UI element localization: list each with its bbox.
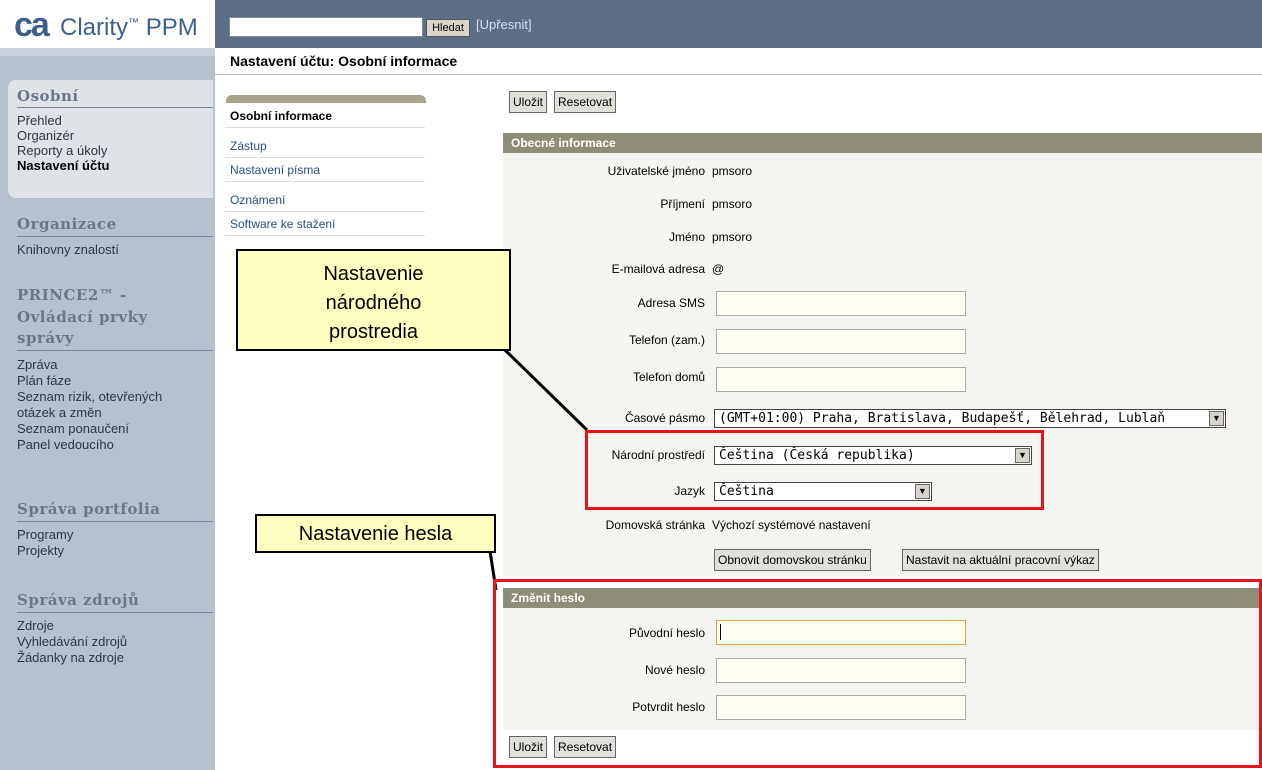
locale-highlight-box — [585, 430, 1044, 510]
password-callout: Nastavenie hesla — [255, 514, 496, 553]
locale-callout-line-1: Nastavenie — [323, 263, 424, 285]
locale-callout: Nastavenie národného prostredia — [236, 249, 511, 351]
locale-callout-line-3: prostredia — [329, 321, 418, 343]
locale-callout-line-2: národného — [325, 292, 422, 314]
locale-callout-line — [503, 348, 589, 432]
password-highlight-box — [493, 579, 1262, 768]
